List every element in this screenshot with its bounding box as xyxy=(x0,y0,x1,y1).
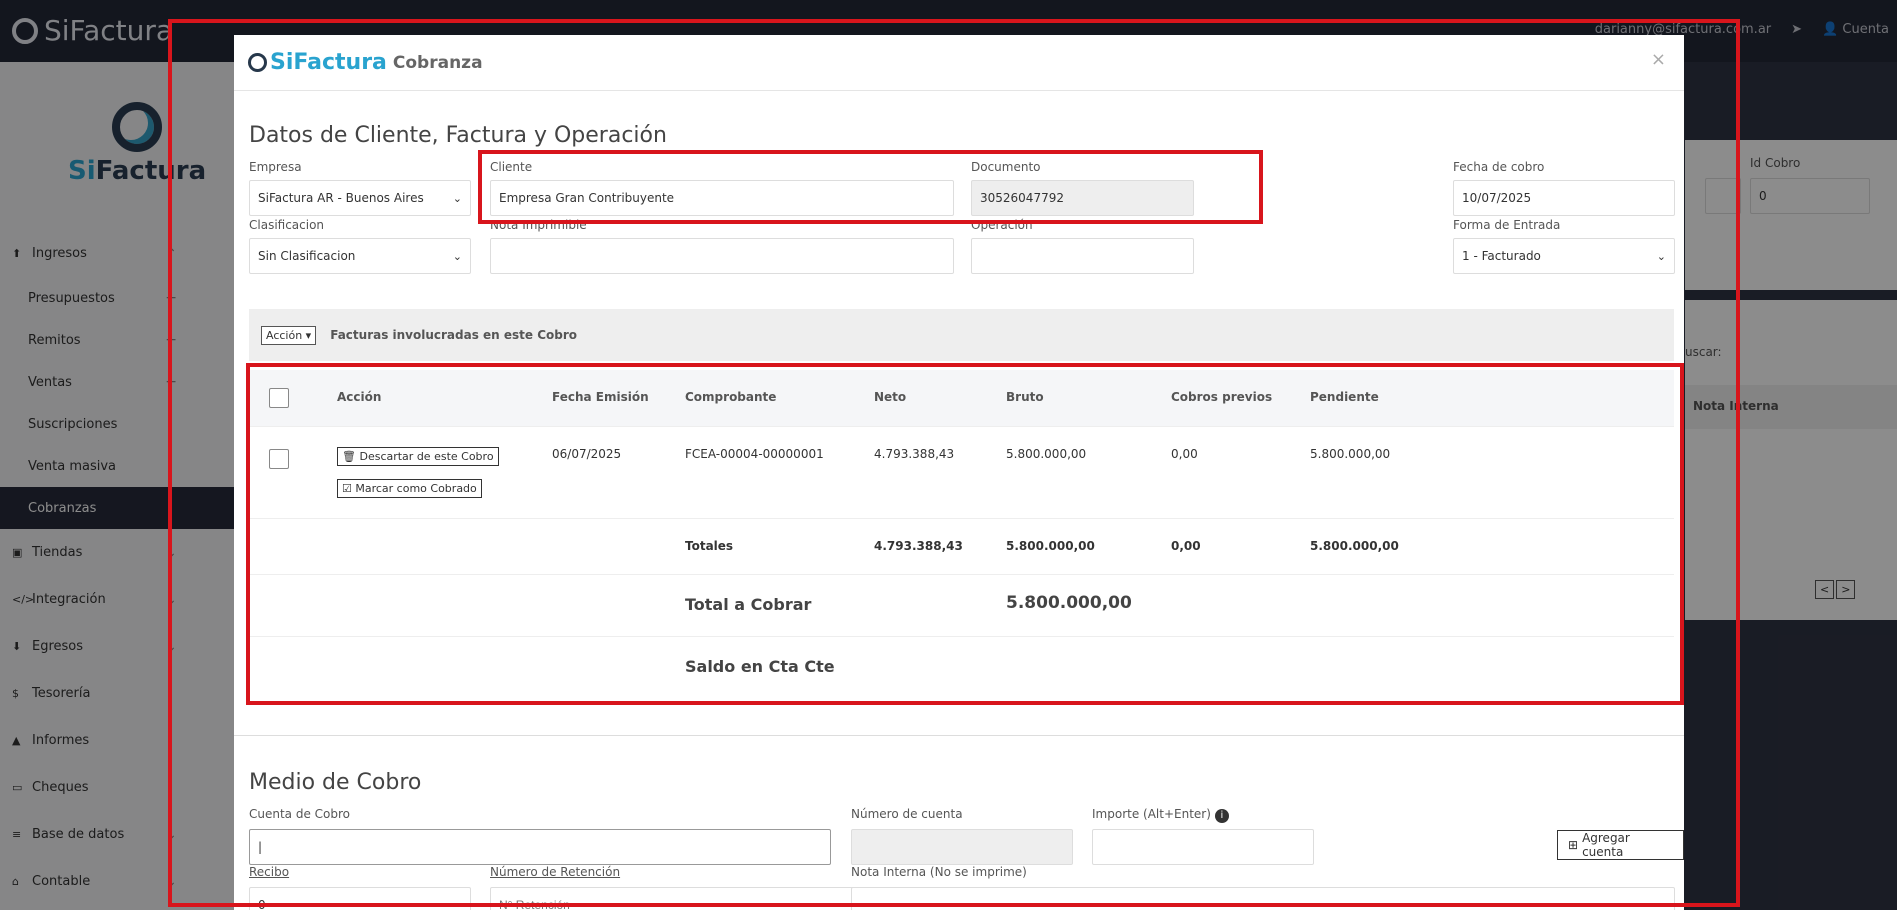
divider xyxy=(234,735,1684,736)
info-icon[interactable]: i xyxy=(1214,809,1229,823)
close-icon[interactable]: × xyxy=(1651,49,1666,70)
cuenta-cobro-input[interactable]: | xyxy=(249,829,831,865)
invoices-bar: Acción ▾ Facturas involucradas en este C… xyxy=(249,309,1674,361)
logo-ring-icon xyxy=(248,53,267,72)
totals-row: Totales 4.793.388,43 5.800.000,00 0,00 5… xyxy=(249,518,1674,574)
nota-interna-input[interactable] xyxy=(851,887,1675,910)
fecha-cobro-input[interactable]: 10/07/2025 xyxy=(1453,180,1675,216)
table-header: Acción Fecha Emisión Comprobante Neto Br… xyxy=(249,370,1674,426)
section-title-datos: Datos de Cliente, Factura y Operación xyxy=(249,123,667,148)
plus-square-icon: ⊞ xyxy=(1568,838,1579,852)
saldo-row: Saldo en Cta Cte xyxy=(249,636,1674,698)
modal-title: Cobranza xyxy=(392,52,483,73)
cliente-input[interactable]: Empresa Gran Contribuyente xyxy=(490,180,954,216)
recibo-input[interactable]: 0 xyxy=(249,887,471,910)
importe-input[interactable] xyxy=(1092,829,1314,865)
table-row: 🗑 Descartar de este Cobro ☑ Marcar como … xyxy=(249,426,1674,518)
chevron-down-icon: ⌄ xyxy=(452,249,462,263)
operacion-input[interactable] xyxy=(971,238,1194,274)
invoices-table: Acción Fecha Emisión Comprobante Neto Br… xyxy=(249,370,1674,698)
modal-logo: SiFactura xyxy=(248,50,387,75)
section-title-medio: Medio de Cobro xyxy=(249,770,422,795)
select-all-checkbox[interactable] xyxy=(269,388,289,408)
documento-field: 30526047792 xyxy=(971,180,1194,216)
nota-imprimible-input[interactable] xyxy=(490,238,954,274)
chevron-down-icon: ⌄ xyxy=(452,191,462,205)
clasificacion-select[interactable]: Sin Clasificacion ⌄ xyxy=(249,238,471,274)
invoices-title: Facturas involucradas en este Cobro xyxy=(330,328,578,342)
descartar-button[interactable]: 🗑 Descartar de este Cobro xyxy=(337,447,499,466)
chevron-down-icon: ⌄ xyxy=(1656,249,1666,263)
row-checkbox[interactable] xyxy=(269,449,289,469)
marcar-cobrado-button[interactable]: ☑ Marcar como Cobrado xyxy=(337,479,482,498)
agregar-cuenta-button[interactable]: ⊞ Agregar cuenta xyxy=(1557,830,1684,860)
numero-cuenta-field xyxy=(851,829,1073,865)
modal-header: SiFactura Cobranza × xyxy=(234,35,1684,91)
empresa-select[interactable]: SiFactura AR - Buenos Aires ⌄ xyxy=(249,180,471,216)
total-cobrar-row: Total a Cobrar 5.800.000,00 xyxy=(249,574,1674,636)
accion-dropdown-button[interactable]: Acción ▾ xyxy=(261,325,317,345)
forma-entrada-select[interactable]: 1 - Facturado ⌄ xyxy=(1453,238,1675,274)
cobranza-modal: SiFactura Cobranza × Datos de Cliente, F… xyxy=(234,35,1684,910)
